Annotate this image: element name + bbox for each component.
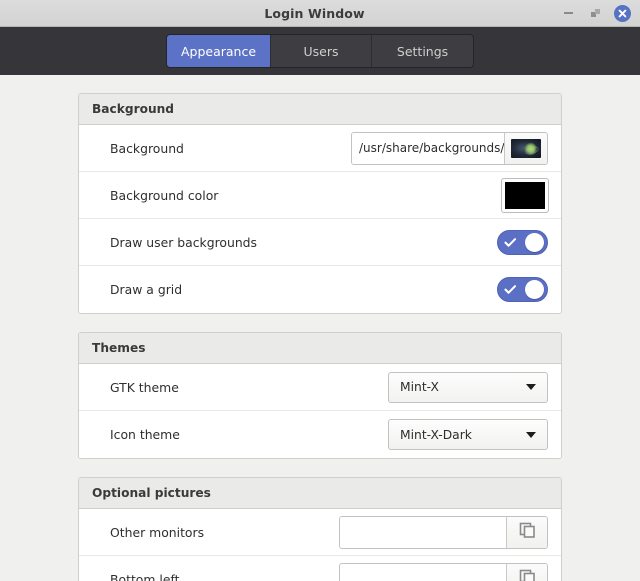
row-background: Background /usr/share/backgrounds/lin: [79, 125, 561, 172]
section-background: Background Background /usr/share/backgro…: [78, 93, 562, 314]
row-control-icon-theme: Mint-X-Dark: [388, 419, 548, 450]
row-control-gtk-theme: Mint-X: [388, 371, 548, 403]
icon-theme-dropdown[interactable]: Mint-X-Dark: [388, 419, 548, 450]
row-label-bottom-left: Bottom left: [110, 572, 180, 581]
tab-users[interactable]: Users: [271, 35, 373, 67]
restore-icon: [590, 8, 600, 18]
row-label-background-color: Background color: [110, 187, 219, 203]
row-control-draw-a-grid: [497, 277, 548, 302]
row-label-other-monitors: Other monitors: [110, 524, 205, 540]
checkmark-icon: [504, 237, 517, 248]
background-color-swatch[interactable]: [502, 178, 548, 212]
row-label-icon-theme: Icon theme: [110, 427, 180, 442]
settings-sections: Background Background /usr/share/backgro…: [78, 93, 562, 581]
gtk-theme-dropdown[interactable]: Mint-X: [388, 371, 548, 403]
checkmark-icon: [504, 284, 517, 295]
section-title-themes: Themes: [79, 333, 561, 364]
window-title: Login Window: [264, 5, 365, 21]
picture-icon: [518, 568, 537, 581]
row-gtk-theme: GTK theme Mint-X: [79, 364, 561, 411]
minimize-button[interactable]: [559, 4, 577, 22]
row-control-background: /usr/share/backgrounds/lin: [351, 131, 548, 165]
minimize-icon: [563, 12, 573, 14]
close-button[interactable]: [613, 4, 631, 22]
tab-settings[interactable]: Settings: [372, 35, 474, 67]
toggle-knob: [525, 280, 544, 299]
row-icon-theme: Icon theme Mint-X-Dark: [79, 411, 561, 458]
maximize-button[interactable]: [586, 4, 604, 22]
icon-theme-value: Mint-X-Dark: [400, 427, 472, 442]
chevron-down-icon: [526, 384, 536, 390]
section-themes: Themes GTK theme Mint-X Icon theme Mint-…: [78, 332, 562, 459]
tab-group: Appearance Users Settings: [166, 35, 474, 67]
other-monitors-browse-button[interactable]: [506, 516, 547, 548]
titlebar-button-group: [559, 4, 640, 22]
row-bottom-left: Bottom left: [79, 556, 561, 581]
close-icon: [613, 4, 631, 22]
background-path-input[interactable]: /usr/share/backgrounds/lin: [352, 132, 504, 164]
bottom-left-path-input[interactable]: [340, 564, 506, 581]
row-control-other-monitors: [339, 515, 548, 549]
row-control-background-color: [502, 178, 548, 212]
bottom-left-browse-button[interactable]: [506, 564, 547, 581]
tab-toolbar: Appearance Users Settings: [0, 27, 640, 75]
row-background-color: Background color: [79, 172, 561, 219]
row-label-draw-a-grid: Draw a grid: [110, 282, 183, 297]
row-other-monitors: Other monitors: [79, 509, 561, 556]
other-monitors-path-input[interactable]: [340, 516, 506, 548]
section-title-optional-pictures: Optional pictures: [79, 478, 561, 509]
row-label-draw-user-backgrounds: Draw user backgrounds: [110, 234, 258, 250]
background-file-chooser[interactable]: /usr/share/backgrounds/lin: [351, 131, 548, 165]
appearance-panel: Background Background /usr/share/backgro…: [0, 75, 640, 581]
row-draw-a-grid: Draw a grid: [79, 266, 561, 313]
image-thumbnail-icon: [511, 138, 541, 158]
row-label-background: Background: [110, 140, 184, 156]
background-preview-button[interactable]: [504, 132, 547, 164]
section-optional-pictures: Optional pictures Other monitors Bottom …: [78, 477, 562, 581]
other-monitors-picture-chooser[interactable]: [339, 515, 548, 549]
row-draw-user-backgrounds: Draw user backgrounds: [79, 219, 561, 266]
draw-a-grid-toggle[interactable]: [497, 277, 548, 302]
gtk-theme-value: Mint-X: [400, 380, 439, 394]
window-titlebar: Login Window: [0, 0, 640, 27]
row-control-draw-user-backgrounds: [497, 229, 548, 255]
draw-user-backgrounds-toggle[interactable]: [497, 229, 548, 255]
bottom-left-picture-chooser[interactable]: [339, 563, 548, 581]
chevron-down-icon: [526, 431, 536, 438]
tab-appearance[interactable]: Appearance: [166, 35, 272, 67]
picture-icon: [518, 521, 537, 544]
section-title-background: Background: [79, 94, 561, 125]
row-label-gtk-theme: GTK theme: [110, 379, 179, 395]
row-control-bottom-left: [339, 563, 548, 581]
toggle-knob: [525, 232, 544, 252]
